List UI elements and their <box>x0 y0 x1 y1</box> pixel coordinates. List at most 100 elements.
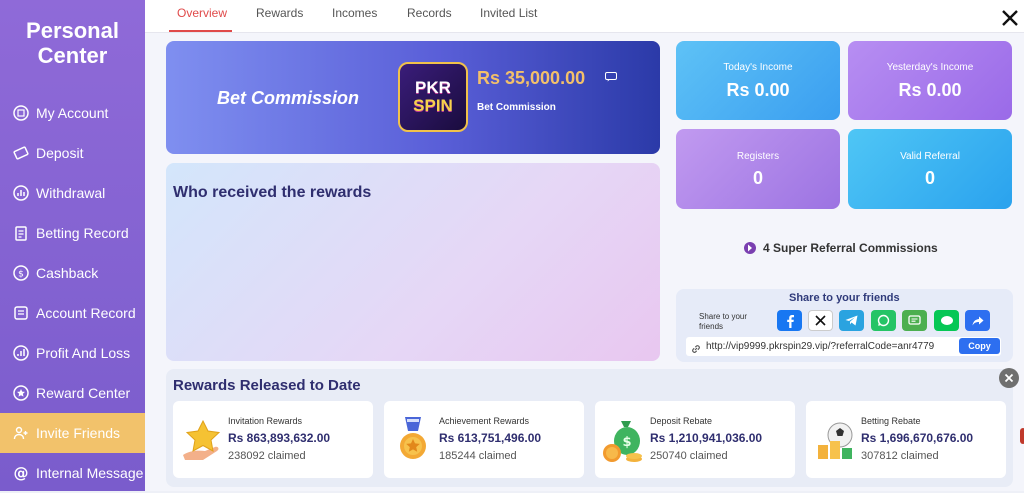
todays-income-card: Today's Income Rs 0.00 <box>676 41 840 120</box>
bet-commission-amount: Rs 35,000.00 <box>477 68 586 88</box>
svg-text:@: @ <box>14 465 29 481</box>
stat-value: Rs 0.00 <box>898 80 962 100</box>
super-referral-label: 4 Super Referral Commissions <box>763 241 938 255</box>
sidebar-item-label: Account Record <box>36 305 136 321</box>
tab-overview[interactable]: Overview <box>177 6 227 20</box>
message-icon[interactable] <box>605 69 617 82</box>
edge-indicator <box>1020 428 1024 444</box>
reward-recipients-title: Who received the rewards <box>173 184 372 201</box>
at-icon: @ <box>12 464 30 482</box>
sidebar-item-label: Profit And Loss <box>36 345 131 361</box>
reward-claimed: 185244 claimed <box>439 450 517 462</box>
share-title: Share to your friends <box>789 292 900 304</box>
tab-records[interactable]: Records <box>407 6 452 20</box>
sidebar: Personal Center My Account Deposit Withd… <box>0 0 145 491</box>
sidebar-item-account-record[interactable]: Account Record <box>0 293 145 333</box>
sidebar-item-reward-center[interactable]: Reward Center <box>0 373 145 413</box>
svg-text:$: $ <box>622 435 631 450</box>
sidebar-item-internal-message[interactable]: @ Internal Message <box>0 453 145 493</box>
share-subtitle: Share to your friends <box>699 312 748 331</box>
achievement-rewards-card: Achievement Rewards Rs 613,751,496.00 18… <box>384 401 584 478</box>
gift-star-icon <box>179 415 225 465</box>
reward-label: Betting Rebate <box>861 416 921 426</box>
deposit-rebate-card: $ Deposit Rebate Rs 1,210,941,036.00 250… <box>595 401 795 478</box>
referral-link-text: http://vip9999.pkrspin29.vip/?referralCo… <box>706 341 935 352</box>
bet-commission-label: Bet Commission <box>477 102 556 113</box>
sidebar-item-label: Invite Friends <box>36 425 121 441</box>
telegram-icon[interactable] <box>839 310 864 331</box>
sidebar-item-label: Internal Message <box>36 465 144 481</box>
stat-value: 0 <box>924 168 935 188</box>
x-icon[interactable] <box>808 310 833 331</box>
reward-label: Invitation Rewards <box>228 416 303 426</box>
reward-claimed: 307812 claimed <box>861 450 939 462</box>
sidebar-item-my-account[interactable]: My Account <box>0 93 145 133</box>
sidebar-item-label: My Account <box>36 105 109 121</box>
sidebar-item-label: Cashback <box>36 265 99 281</box>
deposit-icon <box>12 144 30 162</box>
reward-claimed: 238092 claimed <box>228 450 306 462</box>
reward-label: Deposit Rebate <box>650 416 713 426</box>
stat-value: Rs 0.00 <box>726 80 790 100</box>
reward-label: Achievement Rewards <box>439 416 530 426</box>
chart-icon <box>12 344 30 362</box>
tab-incomes[interactable]: Incomes <box>332 6 377 20</box>
valid-referral-card: Valid Referral 0 <box>848 129 1012 209</box>
close-icon[interactable] <box>1000 8 1020 28</box>
tab-rewards[interactable]: Rewards <box>256 6 303 20</box>
sms-icon[interactable] <box>902 310 927 331</box>
sidebar-title: Personal Center <box>26 18 119 68</box>
medal-icon <box>390 415 436 465</box>
active-tab-indicator <box>169 30 232 32</box>
reward-amount: Rs 863,893,632.00 <box>228 431 331 445</box>
logo-text-top: PKR <box>415 78 451 97</box>
reward-amount: Rs 1,696,670,676.00 <box>861 431 974 445</box>
sidebar-item-label: Reward Center <box>36 385 131 401</box>
close-icon[interactable] <box>999 368 1019 388</box>
reward-amount: Rs 613,751,496.00 <box>439 431 542 445</box>
tab-invited-list[interactable]: Invited List <box>480 6 537 20</box>
logo-text-bottom: SPIN <box>413 96 453 115</box>
sidebar-item-label: Deposit <box>36 145 84 161</box>
rewards-released-title: Rewards Released to Date <box>173 377 361 394</box>
bet-commission-title: Bet Commission <box>217 88 360 108</box>
reward-icon <box>12 384 30 402</box>
stat-label: Registers <box>736 151 780 162</box>
sidebar-item-label: Withdrawal <box>36 185 106 201</box>
clipboard-icon <box>12 224 30 242</box>
stat-label: Valid Referral <box>900 151 960 162</box>
sidebar-item-deposit[interactable]: Deposit <box>0 133 145 173</box>
reward-claimed: 250740 claimed <box>650 450 728 462</box>
share-icon[interactable] <box>965 310 990 331</box>
whatsapp-icon[interactable] <box>871 310 896 331</box>
pkr-spin-logo: PKR SPIN <box>398 62 468 132</box>
super-referral-link[interactable]: 4 Super Referral Commissions <box>744 241 938 255</box>
copy-button[interactable]: Copy <box>959 338 1000 354</box>
money-bag-icon: $ <box>601 415 647 465</box>
invitation-rewards-card: Invitation Rewards Rs 863,893,632.00 238… <box>173 401 373 478</box>
chevron-right-icon <box>744 242 756 254</box>
cashback-icon: $ <box>12 264 30 282</box>
link-icon <box>691 341 701 353</box>
invite-friends-icon <box>12 424 30 442</box>
reward-amount: Rs 1,210,941,036.00 <box>650 431 763 445</box>
stat-value: 0 <box>752 168 763 188</box>
sidebar-item-withdrawal[interactable]: Withdrawal <box>0 173 145 213</box>
yesterdays-income-card: Yesterday's Income Rs 0.00 <box>848 41 1012 120</box>
record-icon <box>12 304 30 322</box>
betting-rebate-card: Betting Rebate Rs 1,696,670,676.00 30781… <box>806 401 1006 478</box>
stat-label: Today's Income <box>723 62 793 73</box>
line-icon[interactable] <box>934 310 959 331</box>
stat-label: Yesterday's Income <box>886 62 974 73</box>
sidebar-item-label: Betting Record <box>36 225 129 241</box>
withdrawal-icon <box>12 184 30 202</box>
facebook-icon[interactable] <box>777 310 802 331</box>
sports-ball-icon <box>812 415 858 465</box>
sidebar-item-cashback[interactable]: $ Cashback <box>0 253 145 293</box>
account-icon <box>12 104 30 122</box>
sidebar-item-betting-record[interactable]: Betting Record <box>0 213 145 253</box>
sidebar-item-profit-and-loss[interactable]: Profit And Loss <box>0 333 145 373</box>
registers-card: Registers 0 <box>676 129 840 209</box>
sidebar-item-invite-friends[interactable]: Invite Friends <box>0 413 145 453</box>
svg-text:$: $ <box>18 270 24 280</box>
